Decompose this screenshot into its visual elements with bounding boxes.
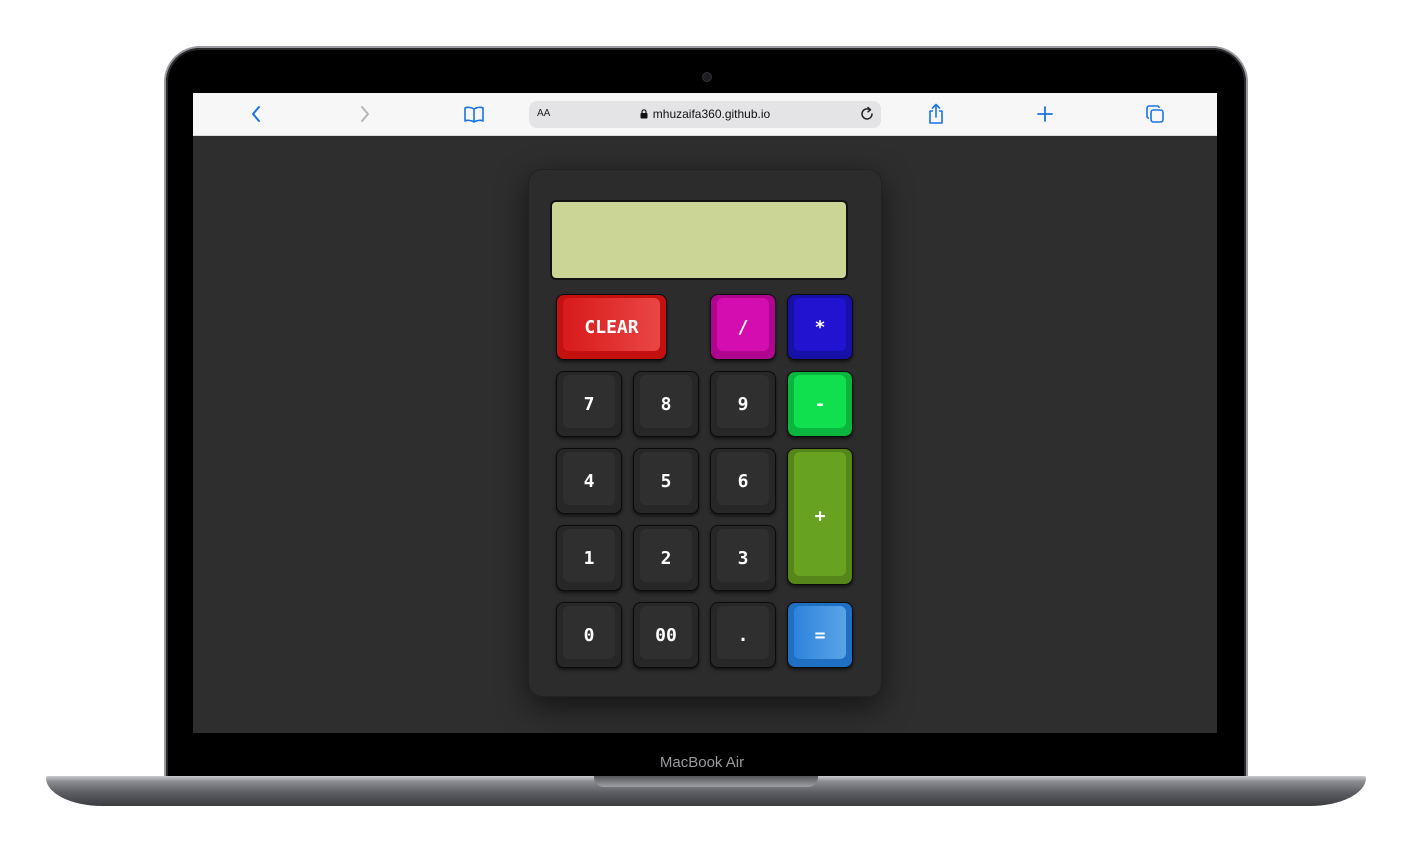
calculator-display: [550, 200, 848, 280]
divide-button[interactable]: /: [710, 294, 776, 360]
lock-icon: [640, 108, 648, 119]
key-0[interactable]: 0: [556, 602, 622, 668]
laptop-hinge-notch: [594, 776, 818, 787]
key-decimal[interactable]: .: [710, 602, 776, 668]
key-8[interactable]: 8: [633, 371, 699, 437]
tabs-icon[interactable]: [1143, 102, 1167, 126]
clear-button[interactable]: CLEAR: [556, 294, 667, 360]
url-text: mhuzaifa360.github.io: [652, 107, 771, 121]
new-tab-icon[interactable]: [1033, 102, 1057, 126]
key-1[interactable]: 1: [556, 525, 622, 591]
calculator: CLEAR / * 7 8 9 - 4 5 6 + 1 2 3 0 00 . =: [528, 169, 882, 697]
key-4[interactable]: 4: [556, 448, 622, 514]
multiply-button[interactable]: *: [787, 294, 853, 360]
subtract-button[interactable]: -: [787, 371, 853, 437]
forward-icon[interactable]: [353, 102, 377, 126]
back-icon[interactable]: [244, 102, 268, 126]
address-bar[interactable]: AA mhuzaifa360.github.io: [529, 101, 881, 128]
key-2[interactable]: 2: [633, 525, 699, 591]
key-5[interactable]: 5: [633, 448, 699, 514]
browser-toolbar: AA mhuzaifa360.github.io: [193, 93, 1217, 136]
key-00[interactable]: 00: [633, 602, 699, 668]
add-button[interactable]: +: [787, 448, 853, 585]
laptop-screen: AA mhuzaifa360.github.io CLEAR / * 7 8 9: [193, 93, 1217, 733]
key-9[interactable]: 9: [710, 371, 776, 437]
device-label: MacBook Air: [659, 754, 745, 771]
reload-icon[interactable]: [859, 106, 875, 122]
key-3[interactable]: 3: [710, 525, 776, 591]
camera-icon: [702, 72, 712, 82]
equals-button[interactable]: =: [787, 602, 853, 668]
key-7[interactable]: 7: [556, 371, 622, 437]
bookmarks-icon[interactable]: [462, 102, 486, 126]
share-icon[interactable]: [924, 102, 948, 126]
key-6[interactable]: 6: [710, 448, 776, 514]
